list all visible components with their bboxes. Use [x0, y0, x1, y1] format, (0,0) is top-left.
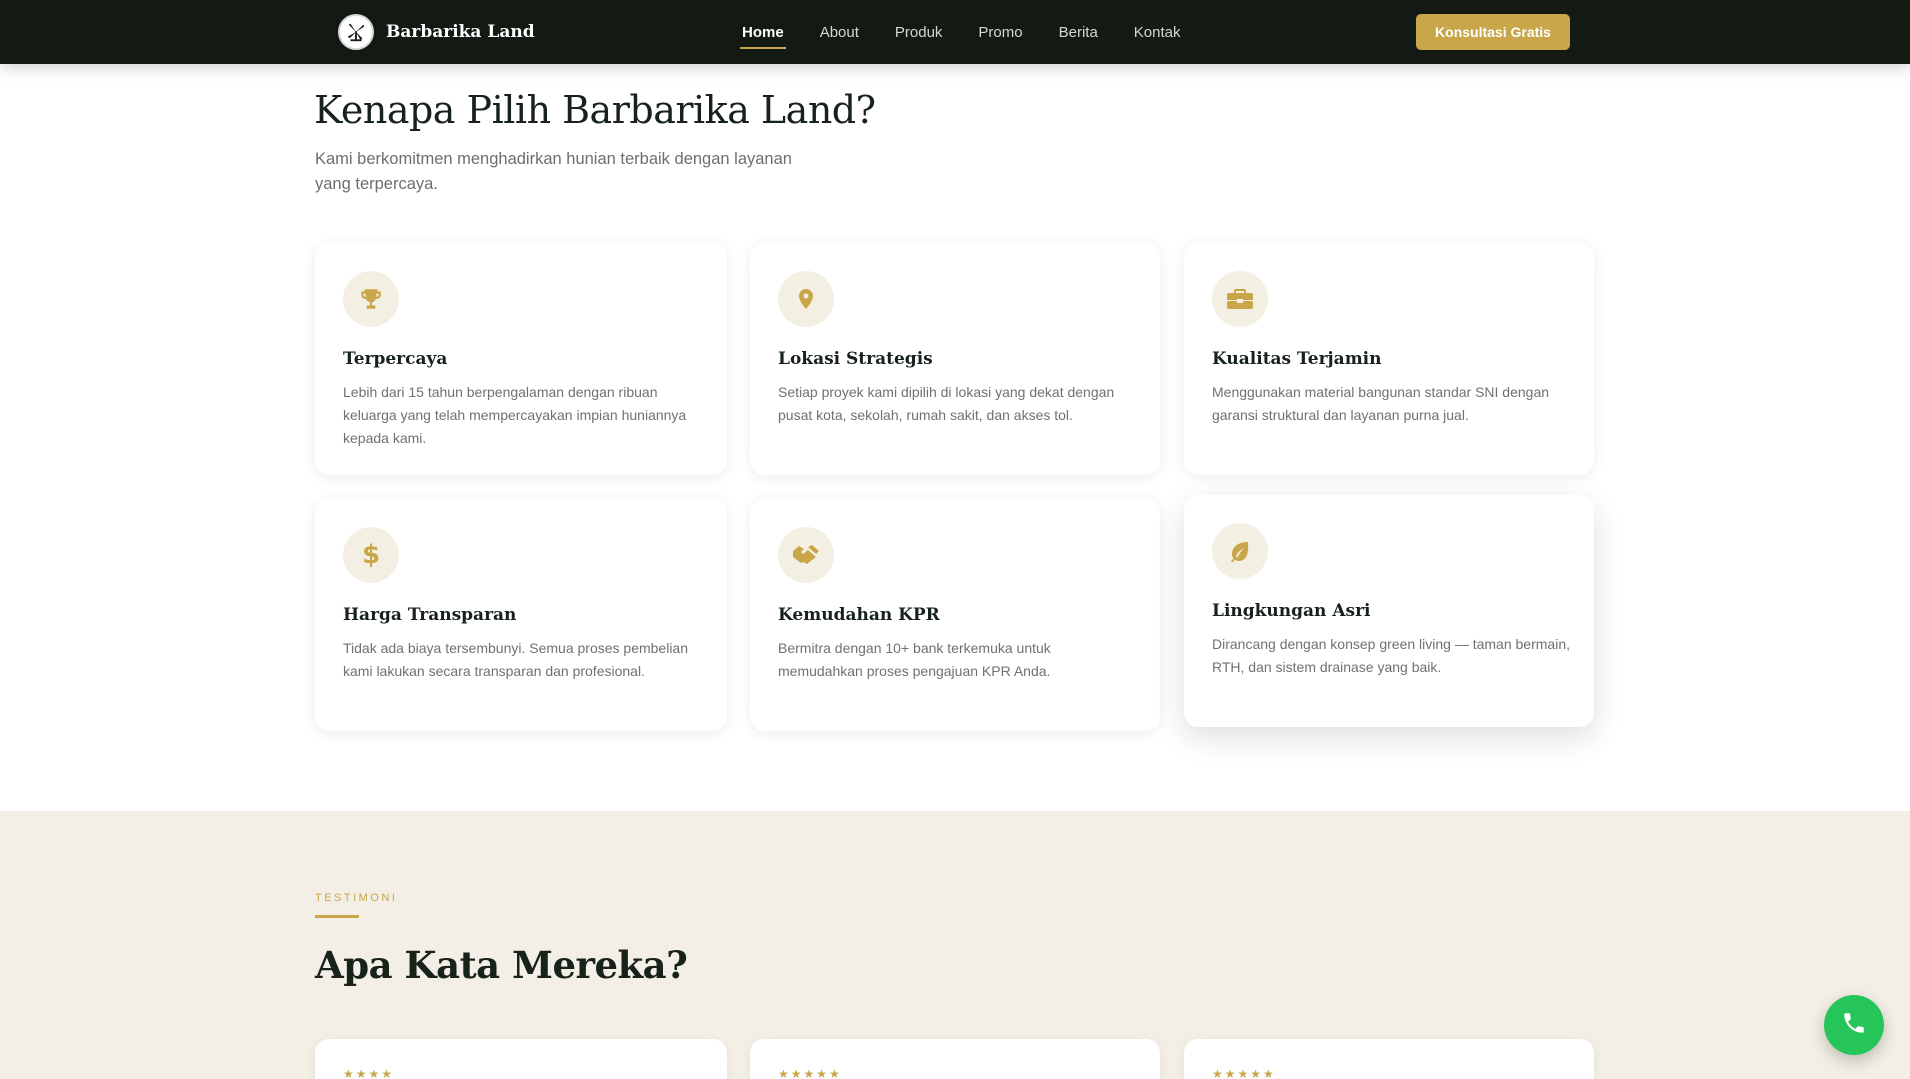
card-title: Terpercaya	[343, 349, 448, 369]
leaf-icon	[1212, 523, 1268, 579]
brand-name: Barbarika Land	[386, 22, 535, 42]
nav-berita[interactable]: Berita	[1057, 16, 1100, 49]
testimonial-card: ★★★★	[315, 1039, 727, 1079]
navbar: Barbarika Land Home About Produk Promo B…	[0, 0, 1910, 64]
feature-card-lokasi: Lokasi Strategis Setiap proyek kami dipi…	[750, 243, 1160, 475]
nav-about[interactable]: About	[818, 16, 861, 49]
feature-card-lingkungan: Lingkungan Asri Dirancang dengan konsep …	[1184, 495, 1594, 727]
testimonial-card: ★★★★★	[750, 1039, 1160, 1079]
card-description: Setiap proyek kami dipilih di lokasi yan…	[778, 384, 1115, 423]
nav-produk[interactable]: Produk	[893, 16, 945, 49]
section-eyebrow: TESTIMONI	[315, 892, 398, 904]
features-subtitle: Kami berkomitmen menghadirkan hunian ter…	[315, 150, 792, 193]
windmill-logo-icon	[338, 14, 374, 50]
card-description: Bermitra dengan 10+ bank terkemuka untuk…	[778, 640, 1051, 679]
card-title: Lokasi Strategis	[778, 349, 933, 369]
card-title: Kemudahan KPR	[778, 605, 940, 625]
star-rating: ★★★★★	[1212, 1067, 1276, 1079]
feature-card-kualitas: Kualitas Terjamin Menggunakan material b…	[1184, 243, 1594, 475]
nav-home[interactable]: Home	[740, 16, 786, 49]
whatsapp-float-button[interactable]	[1824, 995, 1884, 1055]
testimonial-card: ★★★★★	[1184, 1039, 1594, 1079]
card-description: Menggunakan material bangunan standar SN…	[1212, 384, 1550, 423]
feature-card-kpr: Kemudahan KPR Bermitra dengan 10+ bank t…	[750, 499, 1160, 731]
handshake-icon	[778, 527, 834, 583]
brand[interactable]: Barbarika Land	[338, 14, 535, 50]
star-rating: ★★★★★	[778, 1067, 842, 1079]
feature-card-terpercaya: Terpercaya Lebih dari 15 tahun berpengal…	[315, 243, 727, 475]
trophy-icon	[343, 271, 399, 327]
map-pin-icon	[778, 271, 834, 327]
dollar-icon: $	[343, 527, 399, 583]
card-description: Lebih dari 15 tahun berpengalaman dengan…	[343, 384, 687, 446]
nav-kontak[interactable]: Kontak	[1132, 16, 1183, 49]
feature-card-harga: $ Harga Transparan Tidak ada biaya terse…	[315, 499, 727, 731]
phone-icon	[1841, 1010, 1867, 1040]
toolbox-icon	[1212, 271, 1268, 327]
card-description: Dirancang dengan konsep green living — t…	[1212, 636, 1570, 675]
card-description: Tidak ada biaya tersembunyi. Semua prose…	[343, 640, 689, 679]
testimoni-title: Apa Kata Mereka?	[315, 943, 688, 987]
testimoni-section: TESTIMONI Apa Kata Mereka? ★★★★ ★★★★★ ★★…	[0, 811, 1910, 1079]
card-title: Kualitas Terjamin	[1212, 349, 1382, 369]
card-title: Lingkungan Asri	[1212, 601, 1371, 621]
main-nav: Home About Produk Promo Berita Kontak	[740, 0, 1183, 64]
eyebrow-divider	[315, 915, 359, 918]
star-rating: ★★★★	[343, 1067, 395, 1079]
konsultasi-button[interactable]: Konsultasi Gratis	[1416, 14, 1570, 50]
card-title: Harga Transparan	[343, 605, 517, 625]
nav-promo[interactable]: Promo	[976, 16, 1024, 49]
features-title: Kenapa Pilih Barbarika Land?	[314, 88, 876, 132]
